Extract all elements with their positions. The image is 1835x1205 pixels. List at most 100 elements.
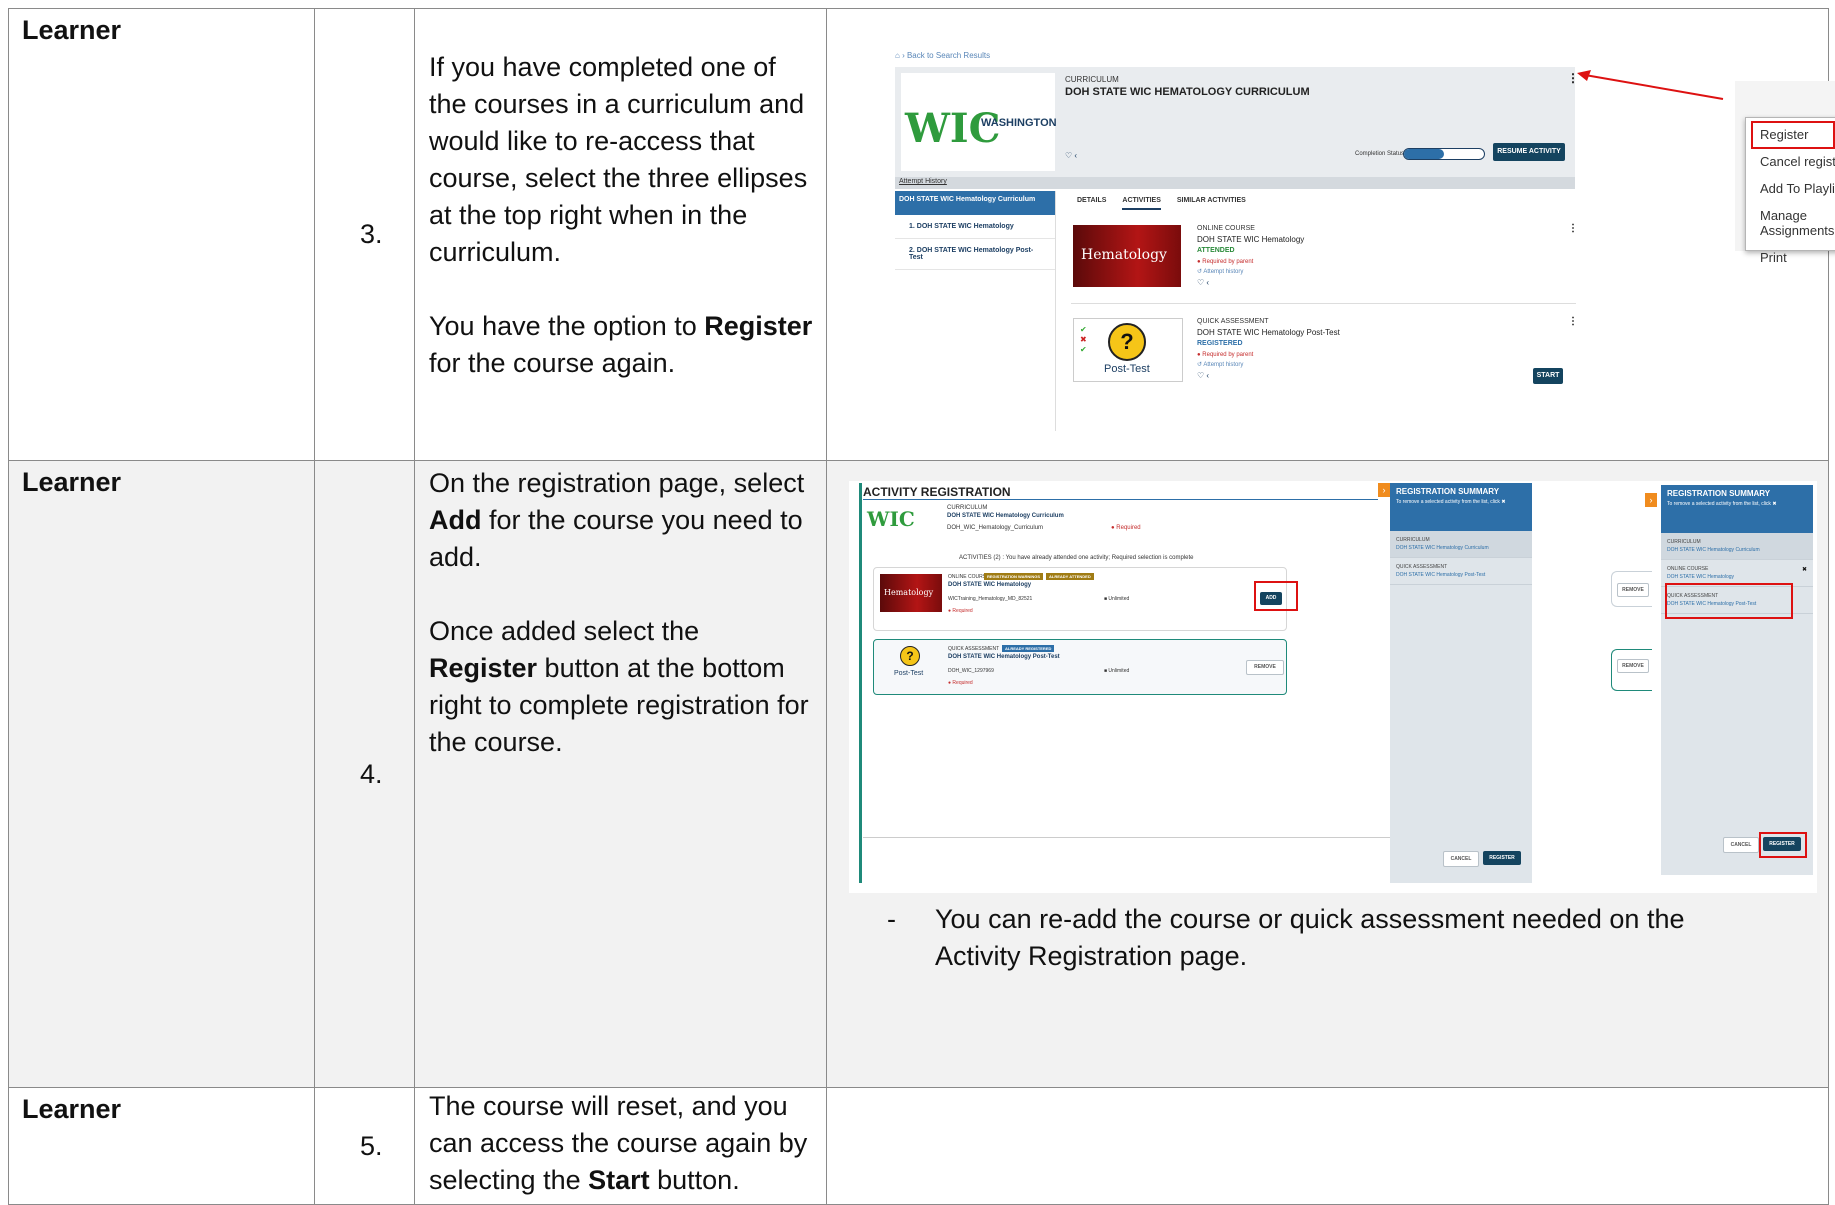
home-icon: ⌂ (895, 51, 900, 60)
instruction-text: The course will reset, and you can acces… (429, 1091, 808, 1195)
highlight-box (1665, 583, 1793, 619)
curriculum-screenshot: ⌂ › Back to Search Results WIC WASHINGTO… (895, 51, 1835, 431)
instruction-text: On the registration page, select Add for… (429, 468, 805, 572)
status-badge: REGISTERED (1197, 340, 1243, 347)
required-note: ● Required by parent (1197, 352, 1254, 358)
close-icon: ✖ (1501, 499, 1506, 505)
post-test-thumbnail: ? ✔ ✖ ✔ Post-Test (1073, 318, 1183, 382)
summary-subtitle: To remove a selected activity from the l… (1667, 501, 1777, 507)
required-note: ● Required (1111, 525, 1141, 531)
hematology-thumbnail: Hematology (1073, 225, 1181, 287)
table-row: Learner 5. The course will reset, and yo… (8, 1087, 1829, 1205)
arrow-icon (1577, 70, 1724, 100)
sidebar-item[interactable]: 2. DOH STATE WIC Hematology Post-Test (895, 239, 1055, 270)
favorite-icon[interactable]: ♡ ‹ (1197, 278, 1209, 287)
screenshot-cell: ACTIVITY REGISTRATION › WIC CURRICULUM D… (826, 460, 1829, 1088)
page-title: ACTIVITY REGISTRATION (863, 485, 1378, 500)
remove-button[interactable]: REMOVE (1246, 660, 1284, 675)
register-button[interactable]: REGISTER (1483, 851, 1521, 865)
cancel-button[interactable]: CANCEL (1443, 851, 1479, 867)
start-button[interactable]: START (1533, 368, 1563, 384)
registration-summary: REGISTRATION SUMMARY To remove a selecte… (1661, 485, 1813, 875)
activities-summary: ACTIVITIES (2) : You have already attend… (959, 555, 1194, 561)
status-badge: ALREADY REGISTERED (1002, 645, 1055, 652)
curriculum-type: CURRICULUM (1065, 75, 1119, 84)
instruction-cell: If you have completed one of the courses… (414, 8, 827, 461)
breadcrumb[interactable]: ⌂ › Back to Search Results (895, 51, 990, 60)
status-badge: ATTENDED (1197, 247, 1235, 254)
item-title[interactable]: DOH STATE WIC Hematology Post-Test (948, 654, 1060, 660)
screenshot-cell: ⌂ › Back to Search Results WIC WASHINGTO… (826, 8, 1835, 461)
ellipsis-icon[interactable]: ⋮ (1568, 316, 1578, 327)
highlight-box (1254, 581, 1298, 611)
sidebar-item[interactable]: DOH STATE WIC Hematology Curriculum (895, 191, 1055, 215)
role-cell: Learner (8, 1087, 315, 1205)
attempt-history-link[interactable]: ↺ Attempt history (1197, 268, 1243, 275)
sidebar-item[interactable]: 1. DOH STATE WIC Hematology (895, 215, 1055, 239)
table-row: Learner 4. On the registration page, sel… (8, 460, 1829, 1088)
warning-badge: REGISTRATION WARNINGS (984, 573, 1044, 580)
completion-bar (1403, 148, 1485, 160)
registration-summary: REGISTRATION SUMMARY To remove a selecte… (1390, 483, 1532, 883)
attempt-bar (895, 177, 1575, 189)
tab-similar-activities[interactable]: SIMILAR ACTIVITIES (1177, 197, 1246, 204)
registration-screenshot: ACTIVITY REGISTRATION › WIC CURRICULUM D… (849, 481, 1817, 893)
item-title[interactable]: DOH STATE WIC Hematology Post-Test (1197, 328, 1340, 337)
collapse-icon[interactable]: › (1378, 483, 1390, 497)
required-note: ● Required by parent (1197, 259, 1254, 265)
instruction-cell: The course will reset, and you can acces… (414, 1087, 827, 1205)
list-item: ? ✔ ✖ ✔ Post-Test QUICK ASSESSMENT DOH STA… (1071, 306, 1578, 396)
tab-bar: DETAILS ACTIVITIES SIMILAR ACTIVITIES (1077, 197, 1246, 210)
favorite-icon[interactable]: ♡ ‹ (1065, 151, 1077, 160)
menu-item-add-to-playlist[interactable]: Add To Playlist (1746, 173, 1835, 200)
summary-title: REGISTRATION SUMMARY (1667, 489, 1771, 498)
summary-item: QUICK ASSESSMENT DOH STATE WIC Hematolog… (1390, 558, 1532, 585)
menu-item-print[interactable]: Print (1746, 242, 1835, 269)
cancel-button[interactable]: CANCEL (1723, 837, 1759, 853)
question-icon: ? (900, 646, 920, 666)
wic-logo: WIC WASHINGTON (901, 73, 1057, 171)
list-item: Hematology ONLINE COURSE DOH STATE WIC H… (1071, 213, 1578, 304)
note-text: You can re-add the course or quick asses… (935, 904, 1685, 971)
favorite-icon[interactable]: ♡ ‹ (1197, 371, 1209, 380)
question-icon: ? (1108, 323, 1146, 361)
attempt-history-link[interactable]: Attempt History (899, 178, 947, 185)
seats-info: ■ Unlimited (1104, 596, 1130, 602)
highlight-box (1751, 121, 1835, 149)
completion-label: Completion Status (1355, 151, 1405, 157)
registration-detail-screenshot: › REMOVE REMOVE REGISTRATION SUMMARY To … (1609, 483, 1815, 893)
summary-item: CURRICULUM DOH STATE WIC Hematology Curr… (1661, 533, 1813, 560)
instruction-table: Learner 3. If you have completed one of … (8, 8, 1835, 1205)
collapse-icon[interactable]: › (1645, 493, 1657, 507)
required-note: ● Required (948, 608, 973, 614)
summary-subtitle: To remove a selected activity from the l… (1396, 499, 1506, 505)
seats-info: ■ Unlimited (1104, 668, 1130, 674)
step-number: 4. (314, 460, 415, 1088)
accent-bar (859, 483, 862, 883)
curriculum-sidebar: DOH STATE WIC Hematology Curriculum 1. D… (895, 191, 1056, 431)
curriculum-title: DOH STATE WIC Hematology Curriculum (947, 513, 1064, 519)
resume-activity-button[interactable]: RESUME ACTIVITY (1493, 143, 1565, 161)
instruction-text: Once added select the Register button at… (429, 616, 809, 757)
instruction-text: You have the option to Register for the … (429, 311, 813, 378)
tab-activities[interactable]: ACTIVITIES (1122, 197, 1161, 210)
instruction-text: If you have completed one of the courses… (429, 52, 808, 267)
wic-logo: WIC (867, 507, 915, 531)
item-title[interactable]: DOH STATE WIC Hematology (948, 582, 1031, 588)
item-title[interactable]: DOH STATE WIC Hematology (1197, 235, 1304, 244)
summary-title: REGISTRATION SUMMARY (1396, 487, 1500, 496)
attempt-history-link[interactable]: ↺ Attempt history (1197, 361, 1243, 368)
remove-button[interactable]: REMOVE (1617, 583, 1649, 597)
required-note: ● Required (948, 680, 973, 686)
remove-button[interactable]: REMOVE (1617, 659, 1649, 673)
menu-item-manage-assignments[interactable]: Manage Assignments (1746, 200, 1835, 242)
highlight-box (1759, 832, 1807, 858)
step-number: 3. (314, 8, 415, 461)
screenshot-cell (826, 1087, 1829, 1205)
ellipsis-icon[interactable]: ⋮ (1568, 223, 1578, 234)
summary-item: CURRICULUM DOH STATE WIC Hematology Curr… (1390, 531, 1532, 558)
menu-item-cancel-registration[interactable]: Cancel registration (1746, 146, 1835, 173)
tab-details[interactable]: DETAILS (1077, 197, 1106, 204)
close-icon[interactable]: ✖ (1802, 566, 1807, 573)
step-number: 5. (314, 1087, 415, 1205)
